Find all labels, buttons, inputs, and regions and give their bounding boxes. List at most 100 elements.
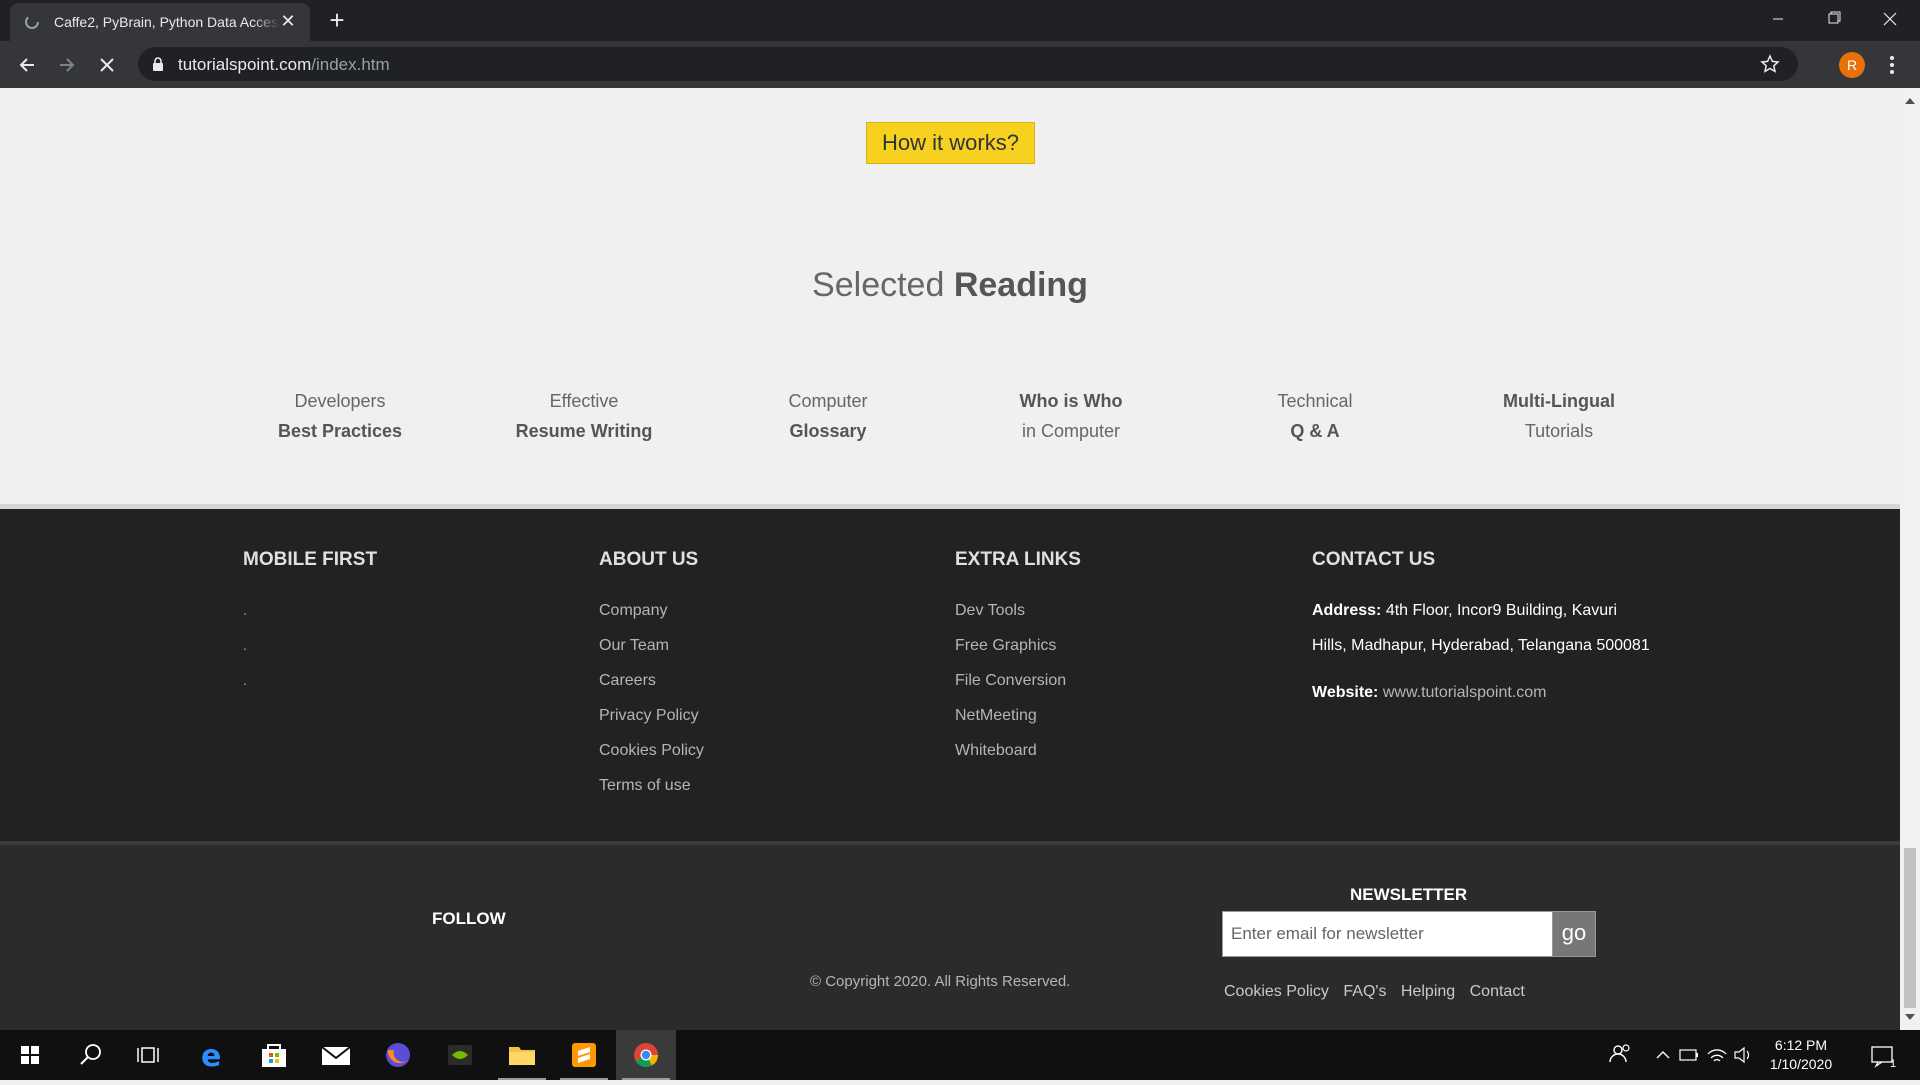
heading-light: Selected — [812, 266, 945, 304]
contact-us-column: CONTACT US Address: 4th Floor, Incor9 Bu… — [1312, 549, 1712, 710]
copyright-text: © Copyright 2020. All Rights Reserved. — [810, 973, 1071, 990]
page-content: How it works? Selected Reading Developer… — [0, 88, 1900, 1030]
column-title: MOBILE FIRST — [243, 549, 378, 570]
reading-line2: Resume Writing — [515, 421, 653, 441]
nvidia-icon[interactable] — [430, 1030, 490, 1080]
scroll-up-icon[interactable] — [1905, 98, 1915, 104]
reading-line1: Multi-Lingual — [1503, 391, 1615, 411]
footer-bottom: FOLLOW © Copyright 2020. All Rights Rese… — [0, 841, 1900, 1030]
address: Address: 4th Floor, Incor9 Building, Kav… — [1312, 593, 1712, 628]
link-netmeeting[interactable]: NetMeeting — [955, 698, 1081, 733]
firefox-icon[interactable] — [368, 1030, 428, 1080]
link-whiteboard[interactable]: Whiteboard — [955, 733, 1081, 768]
reading-line1: Technical — [1277, 391, 1353, 411]
action-center-icon[interactable]: 1 — [1858, 1030, 1908, 1080]
clock-date: 1/10/2020 — [1769, 1056, 1833, 1072]
tab-strip: Caffe2, PyBrain, Python Data Access, Pyt… — [0, 0, 1920, 41]
reading-item-glossary[interactable]: Computer Glossary — [718, 386, 938, 446]
newsletter-go-button[interactable]: go — [1552, 911, 1596, 957]
link-faqs[interactable]: FAQ's — [1343, 983, 1386, 1000]
about-us-column: ABOUT US Company Our Team Careers Privac… — [599, 549, 704, 803]
clock[interactable]: 6:12 PM 1/10/2020 — [1760, 1036, 1842, 1074]
placeholder-dot: . — [243, 602, 247, 618]
lock-icon — [153, 57, 163, 71]
link-terms-of-use[interactable]: Terms of use — [599, 768, 704, 803]
show-hidden-icons-chevron-icon[interactable] — [1650, 1030, 1676, 1080]
reading-line2: in Computer — [1021, 421, 1121, 441]
reading-item-who-is-who[interactable]: Who is Who in Computer — [961, 386, 1181, 446]
link-helping[interactable]: Helping — [1401, 983, 1455, 1000]
chrome-icon[interactable] — [616, 1030, 676, 1080]
browser-toolbar: tutorialspoint.com/index.htm R — [0, 41, 1920, 88]
menu-dots-icon[interactable] — [1882, 52, 1902, 78]
close-window-icon[interactable] — [1862, 0, 1918, 41]
browser-tab[interactable]: Caffe2, PyBrain, Python Data Access, Pyt… — [10, 3, 310, 41]
people-icon[interactable] — [1590, 1030, 1650, 1080]
page-scrollbar[interactable] — [1900, 88, 1920, 1030]
scroll-down-icon[interactable] — [1905, 1014, 1915, 1020]
notification-count: 1 — [1890, 1058, 1897, 1070]
microsoft-store-icon[interactable] — [244, 1030, 304, 1080]
wifi-icon[interactable] — [1704, 1030, 1730, 1080]
forward-arrow-icon[interactable] — [52, 50, 82, 80]
address-line1: 4th Floor, Incor9 Building, Kavuri — [1385, 602, 1618, 619]
link-our-team[interactable]: Our Team — [599, 628, 704, 663]
link-cookies-policy[interactable]: Cookies Policy — [599, 733, 704, 768]
link-company[interactable]: Company — [599, 593, 704, 628]
bottom-links: Cookies Policy FAQ's Helping Contact — [1224, 983, 1535, 1001]
url-text: tutorialspoint.com/index.htm — [178, 55, 390, 75]
svg-text:e: e — [201, 1039, 221, 1074]
mobile-first-column: MOBILE FIRST . . . — [243, 549, 377, 698]
new-tab-icon[interactable]: + — [326, 7, 348, 33]
column-title: EXTRA LINKS — [955, 549, 1081, 570]
reading-line2: Best Practices — [277, 421, 403, 441]
task-view-icon[interactable] — [120, 1030, 180, 1080]
search-icon[interactable] — [60, 1030, 120, 1080]
link-privacy-policy[interactable]: Privacy Policy — [599, 698, 704, 733]
reading-item-qa[interactable]: Technical Q & A — [1205, 386, 1425, 446]
windows-start-icon[interactable] — [0, 1030, 60, 1080]
restore-icon[interactable] — [1806, 0, 1862, 41]
reading-line2: Q & A — [1290, 421, 1340, 441]
minimize-icon[interactable] — [1750, 0, 1806, 41]
column-title: CONTACT US — [1312, 549, 1436, 570]
placeholder-dot: . — [243, 672, 247, 688]
file-explorer-icon[interactable] — [492, 1030, 552, 1080]
newsletter-email-input[interactable] — [1222, 911, 1552, 957]
back-arrow-icon[interactable] — [12, 50, 42, 80]
website-link[interactable]: www.tutorialspoint.com — [1383, 684, 1547, 701]
how-it-works-button[interactable]: How it works? — [866, 122, 1035, 164]
tab-close-icon[interactable]: ✕ — [278, 11, 298, 31]
clock-time: 6:12 PM — [1774, 1037, 1828, 1053]
sublime-text-icon[interactable] — [554, 1030, 614, 1080]
mail-icon[interactable] — [306, 1030, 366, 1080]
footer-links-section: MOBILE FIRST . . . ABOUT US Company Our … — [0, 504, 1900, 846]
website: Website: www.tutorialspoint.com — [1312, 675, 1712, 710]
bookmark-star-icon[interactable] — [1760, 54, 1780, 74]
address-label: Address: — [1312, 602, 1382, 619]
battery-icon[interactable] — [1676, 1030, 1702, 1080]
heading-bold: Reading — [953, 266, 1088, 304]
newsletter-title: NEWSLETTER — [1350, 885, 1468, 904]
volume-icon[interactable] — [1730, 1030, 1756, 1080]
address-bar[interactable]: tutorialspoint.com/index.htm — [138, 47, 1798, 81]
extra-links-column: EXTRA LINKS Dev Tools Free Graphics File… — [955, 549, 1081, 768]
reading-line2: Glossary — [789, 421, 867, 441]
link-careers[interactable]: Careers — [599, 663, 704, 698]
reading-item-resume-writing[interactable]: Effective Resume Writing — [474, 386, 694, 446]
scrollbar-thumb[interactable] — [1904, 848, 1916, 1008]
edge-browser-icon[interactable]: e — [182, 1030, 242, 1080]
link-file-conversion[interactable]: File Conversion — [955, 663, 1081, 698]
reading-line1: Effective — [549, 391, 619, 411]
profile-avatar[interactable]: R — [1839, 52, 1865, 78]
stop-loading-icon[interactable] — [92, 50, 122, 80]
reading-item-best-practices[interactable]: Developers Best Practices — [230, 386, 450, 446]
reading-line1: Computer — [788, 391, 868, 411]
link-free-graphics[interactable]: Free Graphics — [955, 628, 1081, 663]
link-dev-tools[interactable]: Dev Tools — [955, 593, 1081, 628]
tab-title: Caffe2, PyBrain, Python Data Access, Pyt… — [54, 14, 280, 30]
column-title: ABOUT US — [599, 549, 699, 570]
link-contact[interactable]: Contact — [1470, 983, 1525, 1000]
reading-item-multi-lingual[interactable]: Multi-Lingual Tutorials — [1449, 386, 1669, 446]
link-cookies-policy[interactable]: Cookies Policy — [1224, 983, 1329, 1000]
